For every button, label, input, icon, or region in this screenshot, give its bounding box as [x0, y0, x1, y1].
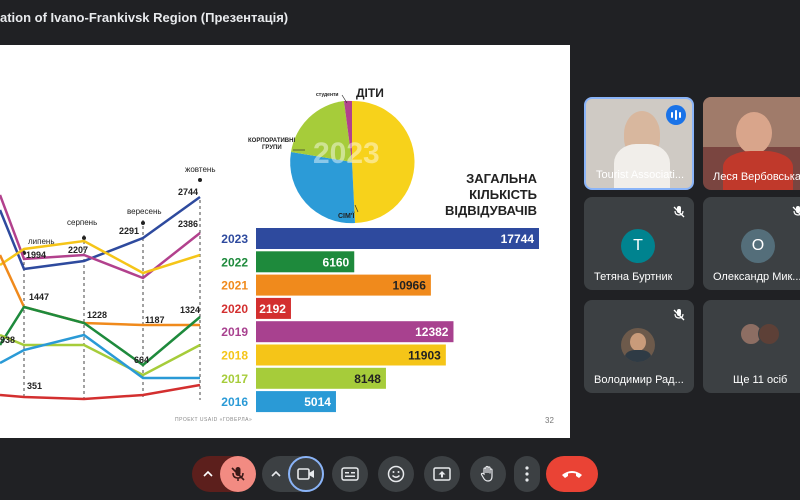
data-label: 1187: [145, 315, 165, 325]
emoji-icon: [387, 465, 405, 483]
camera-icon: [297, 468, 314, 480]
mic-toggle-button[interactable]: [220, 456, 256, 492]
presentation-slide: липень серпень вересень жовтень 1994 220…: [0, 45, 570, 438]
others-count: Ще 11 осіб: [733, 374, 788, 386]
present-button[interactable]: [424, 456, 460, 492]
bar: [256, 228, 539, 249]
data-label: 1447: [29, 292, 49, 302]
bar-value-label: 10966: [393, 279, 427, 293]
pie-label-kids: ДІТИ: [356, 86, 384, 100]
data-label: 1324: [180, 305, 200, 315]
raise-hand-button[interactable]: [470, 456, 506, 492]
captions-icon: [341, 467, 359, 481]
avatar: [758, 323, 780, 345]
participant-name: Тетяна Буртник: [594, 271, 673, 283]
mic-off-icon: [231, 467, 245, 481]
leave-call-button[interactable]: [546, 456, 598, 492]
pie-year: 2023: [313, 137, 380, 170]
bar-heading: ЗАГАЛЬНА КІЛЬКІСТЬ ВІДВІДУВАЧІВ: [445, 171, 538, 218]
participant-tile-others[interactable]: Ще 11 осіб: [703, 300, 800, 393]
bar-value-label: 8148: [354, 372, 381, 386]
bar-value-label: 5014: [304, 395, 331, 409]
avatar: [621, 328, 655, 362]
month-dot: [141, 221, 145, 225]
chevron-up-icon: [203, 470, 213, 477]
month-dot: [82, 236, 86, 240]
avatar: О: [741, 229, 775, 263]
bar-value-label: 12382: [415, 325, 449, 339]
data-label: 2386: [178, 219, 198, 229]
chevron-up-icon: [271, 470, 281, 477]
mic-off-icon: [673, 309, 685, 321]
participant-name: Леся Вербовська: [713, 171, 800, 183]
data-label: 2291: [119, 226, 139, 236]
bar-category-label: 2019: [221, 325, 248, 339]
camera-toggle-button[interactable]: [288, 456, 324, 492]
bar-category-label: 2016: [221, 395, 248, 409]
bar-value-label: 2192: [259, 302, 286, 316]
pie-chart: 2023 студенти ДІТИ КОРПОРАТИВНІ ГРУПИ СІ…: [248, 86, 415, 224]
data-label: 2744: [178, 187, 198, 197]
slide-graphics: липень серпень вересень жовтень 1994 220…: [0, 86, 539, 413]
mic-off-icon: [792, 206, 800, 216]
data-label: 938: [0, 335, 15, 345]
participant-name: Tourist Associati...: [596, 169, 685, 181]
pie-label-corporate: КОРПОРАТИВНІ: [248, 138, 295, 144]
captions-button[interactable]: [332, 456, 368, 492]
participant-tile-lesia[interactable]: Леся Вербовська: [703, 97, 800, 190]
participant-name: Володимир Рад...: [594, 374, 684, 386]
bar-category-label: 2023: [221, 232, 248, 246]
more-vert-icon: [525, 466, 529, 482]
participant-tile-volodymyr[interactable]: Володимир Рад...: [584, 300, 694, 393]
bar-heading-line: ВІДВІДУВАЧІВ: [445, 203, 537, 218]
bar-value-label: 17744: [501, 232, 535, 246]
month-dot: [198, 178, 202, 182]
bar-category-label: 2022: [221, 255, 248, 269]
data-label: 1228: [87, 310, 107, 320]
mic-off-icon: [673, 206, 685, 218]
month-label: серпень: [67, 218, 97, 227]
bar-value-label: 6160: [323, 255, 350, 269]
data-label: 664: [134, 355, 149, 365]
present-screen-icon: [433, 467, 451, 481]
participant-tile-tetiana[interactable]: T Тетяна Буртник: [584, 197, 694, 290]
presentation-title: ation of Ivano-Frankivsk Region (Презент…: [0, 10, 289, 25]
bar-chart: 2023 17744 2022 6160 2021 10966 2020 2192 2019 12…: [221, 228, 539, 413]
bar-category-label: 2021: [221, 279, 248, 293]
participant-tile-oleksandr[interactable]: О Олександр Мик...: [703, 197, 800, 290]
participant-video: [736, 112, 772, 154]
month-label: липень: [28, 237, 55, 246]
avatar: T: [621, 229, 655, 263]
bar-category-label: 2017: [221, 372, 248, 386]
data-label: 2207: [68, 245, 88, 255]
more-options-button[interactable]: [514, 456, 540, 492]
speaking-indicator-icon: [666, 105, 686, 125]
slide-page-number: 32: [545, 416, 554, 425]
bar-value-label: 11903: [408, 349, 441, 363]
bar-category-label: 2020: [221, 302, 248, 316]
hang-up-icon: [562, 471, 582, 478]
month-label: вересень: [127, 207, 162, 216]
month-label: жовтень: [185, 165, 215, 174]
data-label: 1994: [26, 250, 46, 260]
bar-category-label: 2018: [221, 349, 248, 363]
call-controls: [0, 456, 800, 492]
participant-name: Олександр Мик...: [713, 271, 800, 283]
slide-footer: ПРОЕКТ USAID «ГОВЕРЛА»: [175, 417, 253, 423]
bar-heading-line: КІЛЬКІСТЬ: [469, 187, 537, 202]
line-chart: липень серпень вересень жовтень 1994 220…: [0, 165, 215, 401]
pie-label-corporate-2: ГРУПИ: [262, 145, 282, 151]
pie-label-family: СІМ'Ї: [338, 212, 355, 220]
participant-tile-tourist[interactable]: Tourist Associati...: [584, 97, 694, 190]
data-label: 351: [27, 381, 42, 391]
hand-icon: [480, 465, 493, 482]
emoji-button[interactable]: [378, 456, 414, 492]
bar-heading-line: ЗАГАЛЬНА: [466, 171, 537, 186]
pie-label-students: студенти: [316, 92, 339, 98]
window-title: ation of Ivano-Frankivsk Region (Презент…: [0, 0, 800, 32]
